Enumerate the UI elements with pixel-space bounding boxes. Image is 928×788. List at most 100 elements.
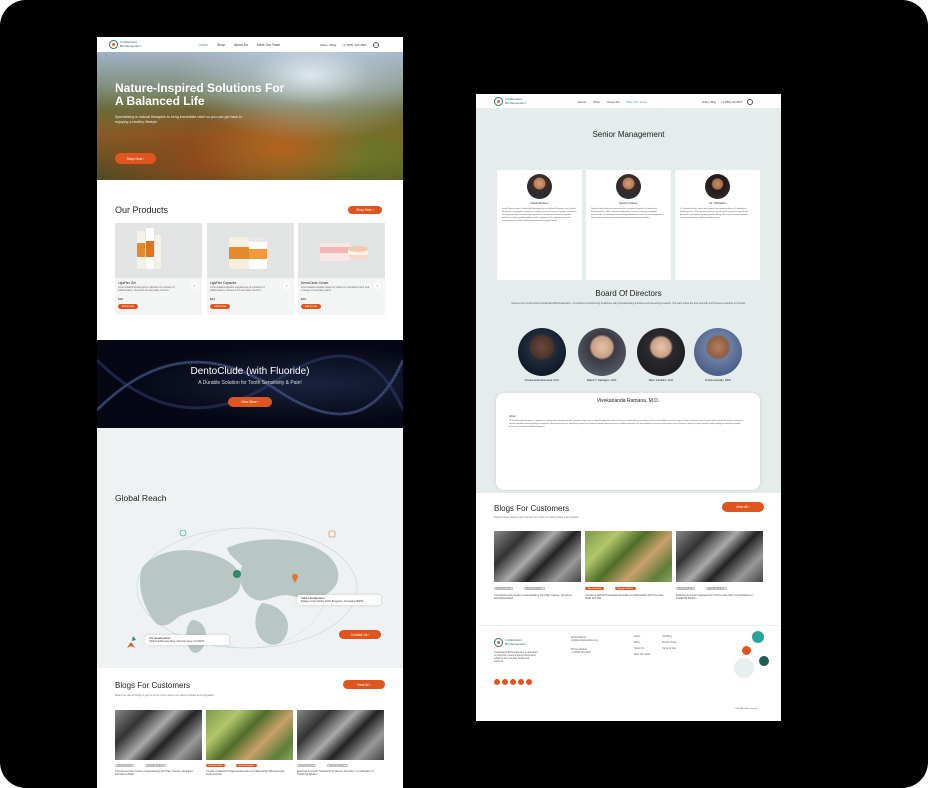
director-photo[interactable] bbox=[518, 328, 566, 376]
linkedin-icon[interactable] bbox=[510, 679, 516, 685]
product-price: $18 bbox=[118, 297, 124, 301]
senior-management-section: Senior Management David Dolvey David Dol… bbox=[476, 108, 781, 493]
nav-phone[interactable]: +1 (555) 123-4567 bbox=[721, 101, 742, 104]
nav-video-blog[interactable]: Video / Blog bbox=[702, 101, 716, 104]
contact-us-button[interactable]: Contact Us › bbox=[339, 630, 381, 639]
blog-image[interactable] bbox=[585, 531, 672, 582]
nav-about[interactable]: About Us bbox=[234, 43, 248, 47]
blog-tag[interactable]: Alternative Health bbox=[297, 764, 317, 767]
blog-tag[interactable]: Alternative Health bbox=[676, 587, 696, 590]
homepage-screenshot: Cumberland Biotherapeutics Home Shop Abo… bbox=[97, 37, 403, 788]
team-member-card[interactable]: Dr. Shwetha Dr. Shwetha heads clinical d… bbox=[675, 170, 760, 280]
brand-logo[interactable]: Cumberland Biotherapeutics bbox=[109, 40, 141, 49]
plus-icon[interactable]: + bbox=[283, 282, 290, 289]
footer-logo[interactable]: Cumberland Biotherapeutics bbox=[494, 638, 526, 647]
nav-home[interactable]: Home bbox=[199, 43, 208, 47]
blog-image[interactable] bbox=[494, 531, 581, 582]
cart-icon[interactable] bbox=[372, 42, 379, 48]
blog-tag[interactable]: Ayurvedic Medicine bbox=[145, 764, 166, 767]
blog-title[interactable]: A Guide to Natural Therapeutic Remedies … bbox=[206, 770, 286, 776]
member-name: Danny Dolvey bbox=[619, 201, 638, 205]
blog-tag[interactable]: Alternative Health bbox=[206, 764, 226, 767]
blogs-view-all-button[interactable]: View All › bbox=[722, 502, 764, 512]
blog-title[interactable]: A Guide to Natural Therapeutic Remedies … bbox=[585, 594, 665, 600]
email-value[interactable]: info@cumberlandbio.com bbox=[571, 639, 598, 642]
dento-subtitle: A Durable Solution for Tooth Sensitivity… bbox=[198, 380, 302, 386]
nav-home[interactable]: Home bbox=[578, 100, 586, 104]
director-photo[interactable] bbox=[578, 328, 626, 376]
blog-tag[interactable]: Alternative Health bbox=[494, 587, 514, 590]
director-photo[interactable] bbox=[637, 328, 685, 376]
add-to-cart-button[interactable]: Add to Cart bbox=[210, 304, 230, 309]
add-to-cart-button[interactable]: Add to Cart bbox=[301, 304, 321, 309]
bio-name: Vivekananda Ramana, M.D. bbox=[596, 398, 660, 404]
blog-title[interactable]: Exploring Ayurvedic Treatments for Chron… bbox=[297, 770, 377, 776]
footer-link[interactable]: Terms of Use bbox=[662, 646, 677, 652]
plus-icon[interactable]: + bbox=[191, 282, 198, 289]
instagram-icon[interactable] bbox=[518, 679, 524, 685]
nav-shop[interactable]: Shop bbox=[593, 100, 600, 104]
nav-about[interactable]: About Us bbox=[607, 100, 619, 104]
logo-icon bbox=[494, 638, 503, 647]
add-to-cart-button[interactable]: Add to Cart bbox=[118, 304, 138, 309]
product-image-gel bbox=[137, 228, 161, 269]
director-bio-card: Vivekananda Ramana, M.D. About Dr. Vivek… bbox=[496, 393, 760, 490]
arrow-right-icon: › bbox=[143, 156, 145, 161]
facebook-icon[interactable] bbox=[494, 679, 500, 685]
team-member-card[interactable]: Danny Dolvey Danny Dolvey leads the oper… bbox=[586, 170, 671, 280]
nav-phone[interactable]: +1 (555) 123-4567 bbox=[342, 43, 367, 47]
blog-tag[interactable]: Alternative Health bbox=[115, 764, 135, 767]
brand-name: Cumberland Biotherapeutics bbox=[120, 39, 142, 48]
blog-image[interactable] bbox=[115, 710, 202, 760]
brand-logo[interactable]: Cumberland Biotherapeutics bbox=[494, 97, 526, 106]
hero-title: Nature-Inspired Solutions For A Balanced… bbox=[115, 81, 285, 108]
product-desc: A formulated capsule supplement of a var… bbox=[210, 286, 265, 293]
nav-right: Video / Blog +1 (555) 123-4567 bbox=[320, 42, 379, 48]
blogs-view-all-button[interactable]: View All › bbox=[343, 680, 385, 689]
blog-image[interactable] bbox=[206, 710, 293, 760]
products-shop-button[interactable]: Shop Now › bbox=[348, 206, 382, 214]
dento-view-more-button[interactable]: View More › bbox=[228, 397, 272, 407]
world-map-graphic bbox=[127, 527, 358, 653]
blog-image[interactable] bbox=[297, 710, 384, 760]
product-image bbox=[115, 223, 202, 278]
decor-blob bbox=[742, 646, 751, 655]
twitter-icon[interactable] bbox=[502, 679, 508, 685]
product-card[interactable]: DentoClude Cream A formulated topical cr… bbox=[298, 223, 385, 315]
blog-tag[interactable]: Alternative Health bbox=[585, 587, 605, 590]
bio-text: Dr. Vivekananda Ramana is a physician-sc… bbox=[509, 420, 743, 428]
phone-value[interactable]: +1 (555) 123-4567 bbox=[571, 651, 598, 654]
nav-shop[interactable]: Shop bbox=[217, 43, 225, 47]
blog-title[interactable]: Exploring Ayurvedic Treatments for Chron… bbox=[676, 594, 756, 600]
cart-icon[interactable] bbox=[747, 99, 754, 105]
blog-tag[interactable]: Ayurvedic Medicine bbox=[615, 587, 636, 590]
top-nav: Cumberland Biotherapeutics Home Shop Abo… bbox=[476, 94, 781, 108]
india-hq-card[interactable]: India Headquarter Balagere Post Varthur … bbox=[297, 595, 381, 606]
blog-title[interactable]: A Comprehensive Guide to Understanding J… bbox=[494, 594, 574, 600]
footer-link[interactable]: Meet Our Team bbox=[634, 652, 650, 658]
us-hq-card[interactable]: US Headquarter 1600 Amphitheatre Pkwy, M… bbox=[145, 635, 229, 646]
member-name: David Dolvey bbox=[530, 201, 549, 205]
team-member-card[interactable]: David Dolvey David Dolvey joined Cumberl… bbox=[497, 170, 582, 280]
nav-video-blog[interactable]: Video / Blog bbox=[320, 43, 336, 47]
footer-links-col1: Home Shop About Us Meet Our Team bbox=[634, 634, 650, 658]
product-image-capsules bbox=[229, 237, 267, 269]
blog-image[interactable] bbox=[676, 531, 763, 582]
product-card[interactable]: LigaFlex Capsules A formulated capsule s… bbox=[207, 223, 294, 315]
nav-team[interactable]: Meet Our Team bbox=[626, 100, 647, 104]
blog-tag[interactable]: Ayurvedic Medicine bbox=[706, 587, 727, 590]
products-title: Our Products bbox=[115, 205, 169, 215]
youtube-icon[interactable] bbox=[526, 679, 532, 685]
blog-tag[interactable]: Ayurvedic Medicine bbox=[524, 587, 545, 590]
plus-icon[interactable]: + bbox=[374, 282, 381, 289]
director-photo[interactable] bbox=[694, 328, 742, 376]
product-card[interactable]: LigaFlex Gel A formulated topical gel to… bbox=[115, 223, 202, 315]
blog-tag[interactable]: Ayurvedic Medicine bbox=[236, 764, 257, 767]
blog-title[interactable]: A Comprehensive Guide to Understanding J… bbox=[115, 770, 195, 776]
nav-team[interactable]: Meet Our Team bbox=[257, 43, 280, 47]
product-image bbox=[298, 223, 385, 278]
reach-title: Global Reach bbox=[115, 493, 167, 503]
hero-shop-button[interactable]: Shop Now › bbox=[115, 153, 156, 164]
blog-tag[interactable]: Ayurvedic Medicine bbox=[327, 764, 348, 767]
hero-banner: Nature-Inspired Solutions For A Balanced… bbox=[97, 52, 403, 180]
